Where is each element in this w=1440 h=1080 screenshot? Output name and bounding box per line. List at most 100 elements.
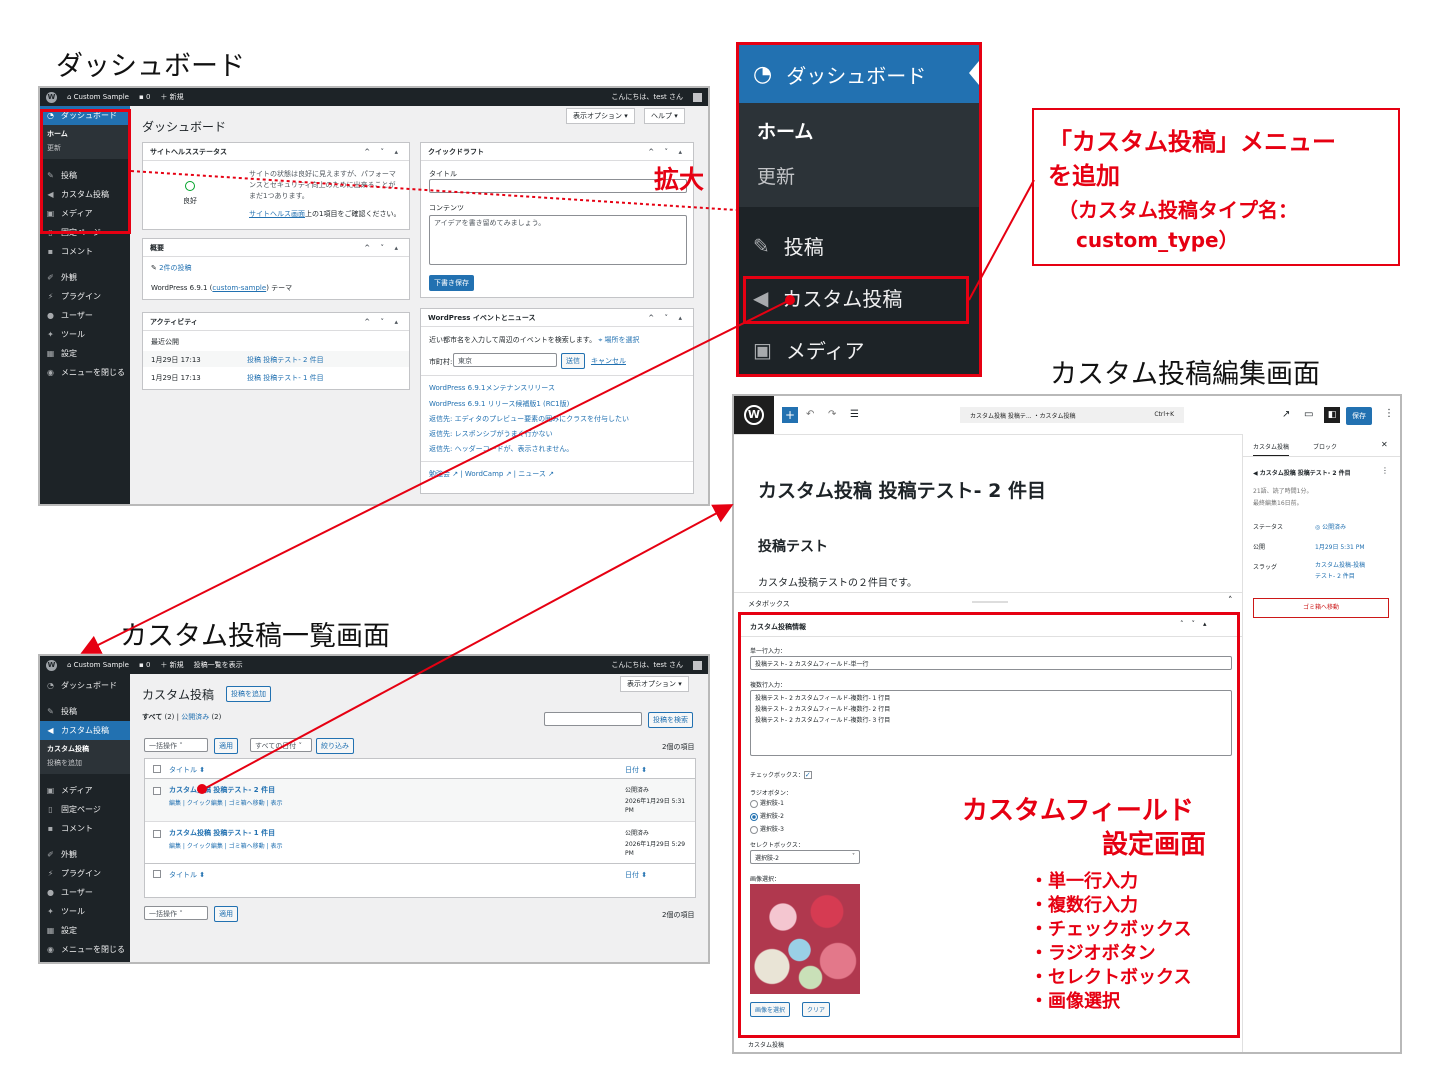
save-button[interactable]: 保存 [1346,407,1372,425]
sidebar-item-appearance[interactable]: ✐ 外観 [40,845,130,864]
sidebar-item-posts[interactable]: ✎ 投稿 [40,702,130,721]
pick-location-link[interactable]: ⌖ 場所を選択 [598,336,639,344]
avatar[interactable] [693,660,702,670]
sidebar-item-plugins[interactable]: ⚡ プラグイン [40,287,130,306]
post-title-link[interactable]: カスタム投稿 投稿テスト- 1 件目 [169,828,275,838]
undo-icon[interactable]: ↶ [806,409,814,420]
date-filter-select[interactable]: すべての日付 ˅ [250,738,312,752]
title-column-header[interactable]: タイトル ⬍ [169,765,205,775]
home-icon[interactable]: ⌂ Custom Sample [67,93,129,101]
zoom-update-item[interactable]: 更新 [739,162,979,189]
tab-post[interactable]: カスタム投稿 [1253,442,1290,456]
send-button[interactable]: 送信 [561,353,585,369]
search-button[interactable]: 投稿を検索 [648,712,693,728]
document-overview-icon[interactable]: ☰ [850,409,859,420]
greeting[interactable]: こんにちは、test さん [611,660,683,670]
move-to-trash-button[interactable]: ゴミ箱へ移動 [1253,598,1389,618]
cancel-link[interactable]: キャンセル [591,356,626,366]
sidebar-item-pages[interactable]: ▯ 固定ページ [40,800,130,819]
greeting[interactable]: こんにちは、test さん [611,92,683,102]
sidebar-item-dashboard[interactable]: ◔ ダッシュボード [40,676,130,695]
sidebar-item-media[interactable]: ▣ メディア [40,781,130,800]
new-link[interactable]: ＋ 新規 [160,660,183,670]
posts-count-link[interactable]: 2件の投稿 [159,264,191,272]
row-actions[interactable]: 編集 | クイック編集 | ゴミ箱へ移動 | 表示 [169,841,283,850]
zoom-dashboard-item[interactable]: ◔ ダッシュボード [739,45,979,103]
heading-block[interactable]: 投稿テスト [758,536,828,556]
wordpress-logo-icon[interactable]: W [46,659,57,671]
draft-content-input[interactable]: アイデアを書き留めてみましょう。 [429,215,687,265]
add-block-icon[interactable]: + [782,407,798,423]
sidebar-item-users[interactable]: ● ユーザー [40,306,130,325]
date-column-header[interactable]: 日付 ⬍ [625,765,647,775]
zoom-posts-item[interactable]: ✎ 投稿 [739,231,979,260]
row-checkbox[interactable] [153,830,161,838]
redo-icon[interactable]: ↷ [828,409,836,420]
activity-link[interactable]: 投稿 投稿テスト- 2 件目 [247,355,324,365]
resize-handle[interactable] [972,601,1008,603]
paragraph-block[interactable]: カスタム投稿テストの２件目です。 [758,574,917,589]
wordcamp-link[interactable]: WordCamp [465,470,503,478]
filter-all[interactable]: すべて [142,713,162,721]
filter-published[interactable]: 公開済み [181,713,209,721]
city-input[interactable]: 東京 [453,353,557,367]
save-draft-button[interactable]: 下書き保存 [429,275,474,291]
command-bar[interactable]: カスタム投稿 投稿テ... ・カスタム投稿 Ctrl+K [960,407,1184,423]
options-icon[interactable]: ⋮ [1381,466,1389,475]
sidebar-item-settings[interactable]: ▦ 設定 [40,921,130,940]
sidebar-item-appearance[interactable]: ✐ 外観 [40,268,130,287]
chevron-up-icon[interactable]: ˄ [1228,596,1233,606]
help-button[interactable]: ヘルプ ▾ [644,108,685,124]
news-footer-link[interactable]: ニュース [518,470,546,478]
news-link[interactable]: 返信先: ヘッダーコードが、表示されません。 [429,444,573,454]
post-title-link[interactable]: カスタム投稿 投稿テスト- 2 件目 [169,785,275,795]
news-link[interactable]: WordPress 6.9.1メンテナンスリリース [429,383,555,393]
search-input[interactable] [544,712,642,726]
sidebar-item-custom-list[interactable]: カスタム投稿 [40,742,130,756]
sidebar-item-comments[interactable]: ▪ コメント [40,242,130,261]
bulk-action-select-bottom[interactable]: 一括操作 ˅ [144,906,208,920]
sidebar-item-settings[interactable]: ▦ 設定 [40,344,130,363]
select-all-checkbox[interactable] [153,870,161,878]
title-column-footer[interactable]: タイトル ⬍ [169,870,205,880]
slug-value-2[interactable]: テスト- 2 件目 [1315,571,1355,580]
sidebar-item-custom[interactable]: ◀ カスタム投稿 [40,721,130,740]
wordpress-logo-icon[interactable]: W [734,396,774,434]
zoom-media-item[interactable]: ▣ メディア [739,335,979,364]
apply-button-bottom[interactable]: 適用 [214,906,238,922]
preview-icon[interactable]: ▭ [1304,409,1313,420]
home-icon[interactable]: ⌂ Custom Sample [67,661,129,669]
wordpress-logo-icon[interactable]: W [46,91,57,103]
options-icon[interactable]: ⋮ [1384,408,1394,419]
publish-date[interactable]: 1月29日 5:31 PM [1315,542,1365,551]
row-actions[interactable]: 編集 | クイック編集 | ゴミ箱へ移動 | 表示 [169,798,283,807]
new-link[interactable]: ＋ 新規 [160,92,183,102]
site-health-link[interactable]: サイトヘルス画面 [249,210,305,218]
news-link[interactable]: 返信先: レスポンシブがうまく行かない [429,429,553,439]
sidebar-item-collapse[interactable]: ◉ メニューを閉じる [40,363,130,382]
sidebar-item-tools[interactable]: ✦ ツール [40,325,130,344]
select-all-checkbox[interactable] [153,765,161,773]
sidebar-item-collapse[interactable]: ◉ メニューを閉じる [40,940,130,959]
sidebar-item-plugins[interactable]: ⚡ プラグイン [40,864,130,883]
apply-button[interactable]: 適用 [214,738,238,754]
slug-value-1[interactable]: カスタム投稿-投稿 [1315,560,1365,569]
view-list-link[interactable]: 投稿一覧を表示 [194,660,243,670]
view-post-icon[interactable]: ↗ [1282,409,1290,420]
bulk-action-select[interactable]: 一括操作 ˅ [144,738,208,752]
filter-button[interactable]: 絞り込み [316,738,354,754]
post-title[interactable]: カスタム投稿 投稿テスト- 2 件目 [758,476,1046,503]
zoom-home-item[interactable]: ホーム [739,117,979,144]
news-link[interactable]: WordPress 6.9.1 リリース候補版1 (RC1版) [429,399,569,409]
screen-options-button[interactable]: 表示オプション ▾ [566,108,635,124]
add-post-button[interactable]: 投稿を追加 [226,686,271,702]
comments-icon[interactable]: ▪ 0 [139,93,150,101]
theme-link[interactable]: custom-sample [212,284,266,292]
date-column-footer[interactable]: 日付 ⬍ [625,870,647,880]
avatar[interactable] [693,92,702,102]
sidebar-item-custom-add[interactable]: 投稿を追加 [40,756,130,770]
row-checkbox[interactable] [153,787,161,795]
sidebar-item-comments[interactable]: ▪ コメント [40,819,130,838]
close-icon[interactable]: ✕ [1381,440,1388,449]
meetups-link[interactable]: 勉強会 [429,470,450,478]
